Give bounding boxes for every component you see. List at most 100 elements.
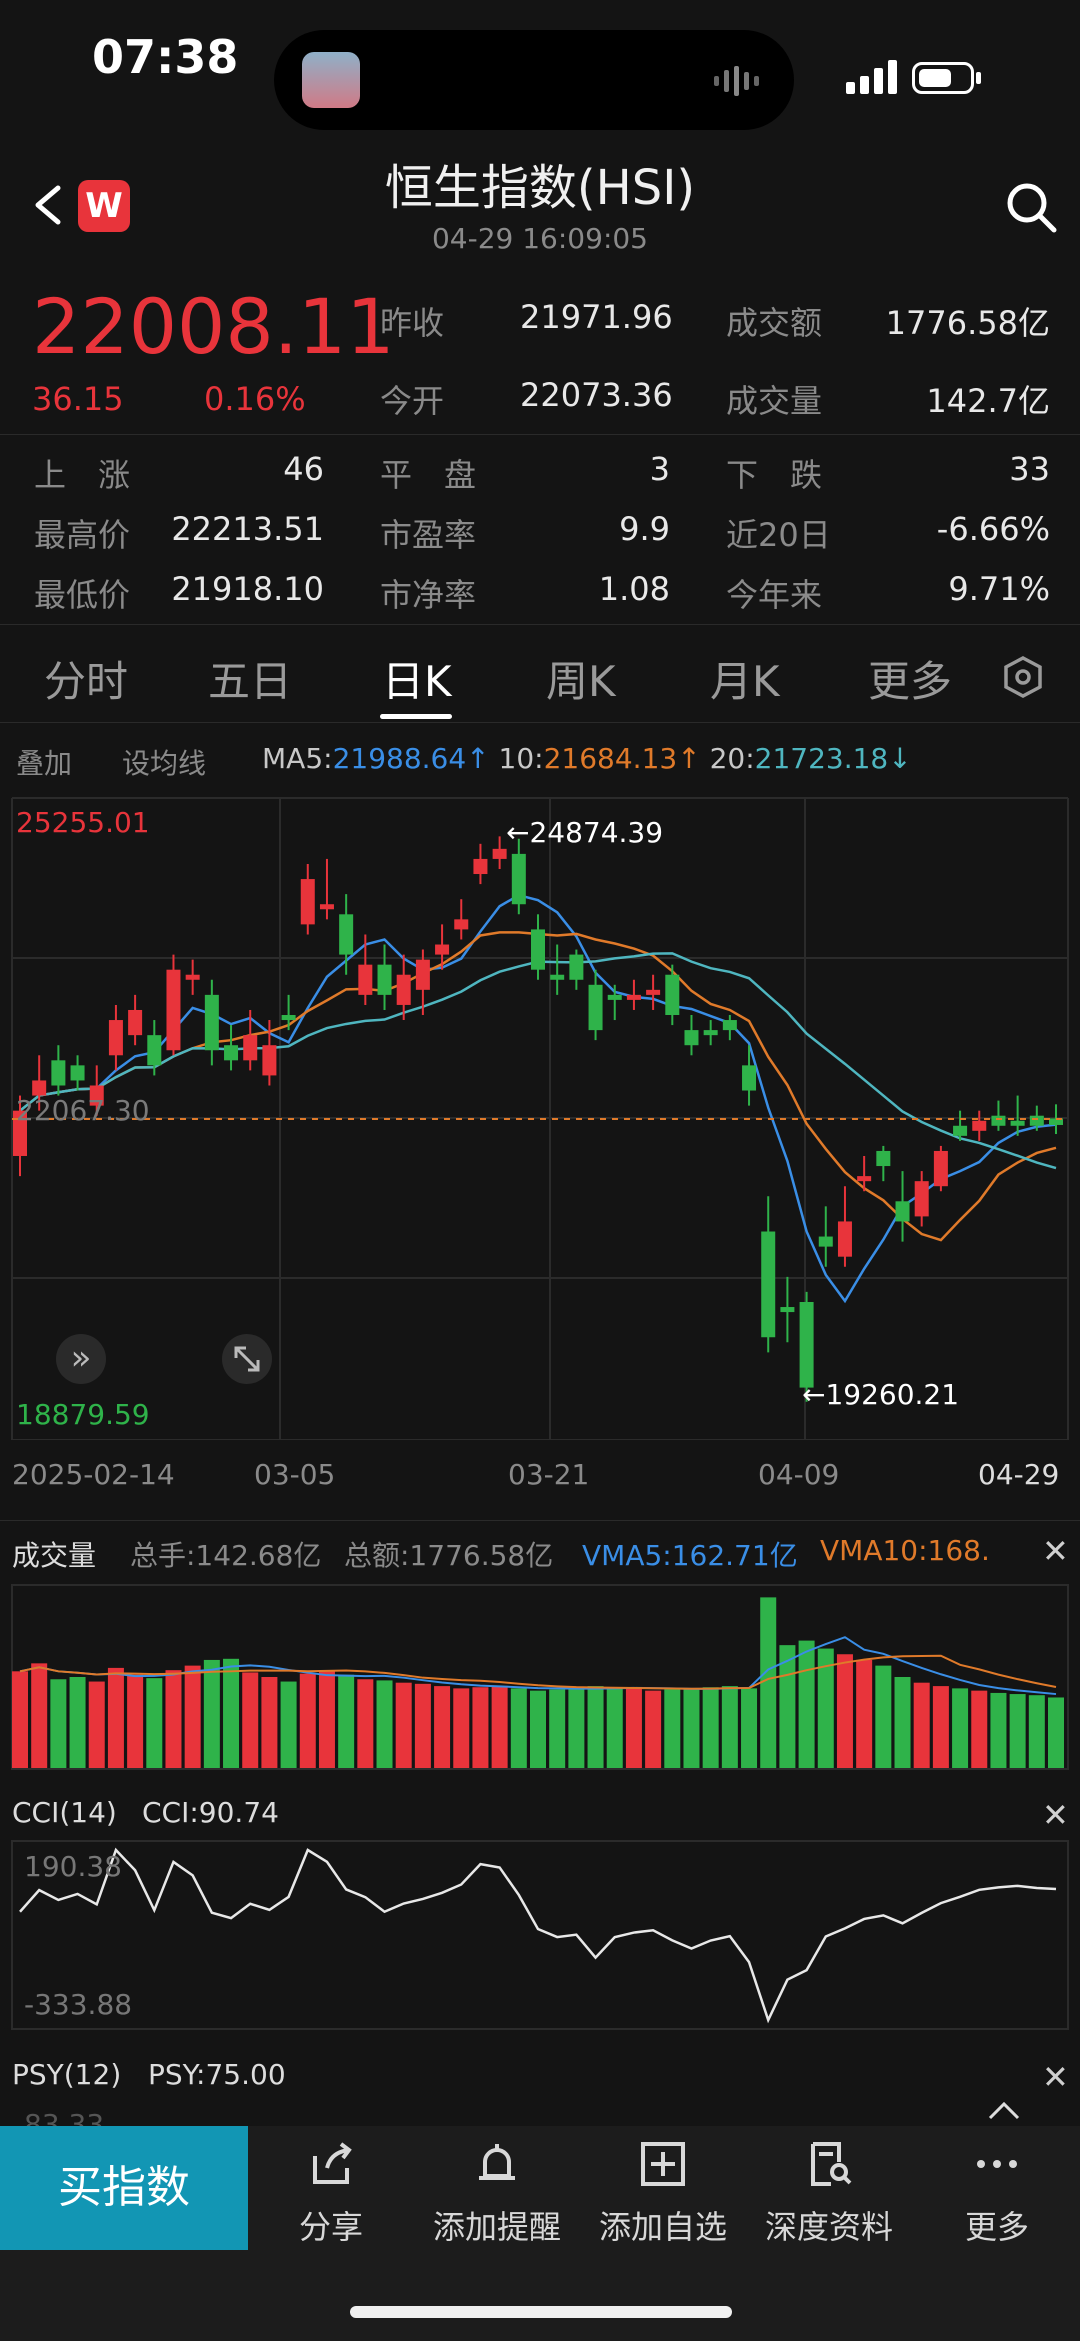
chevron-up-icon[interactable] — [986, 2100, 1022, 2120]
ma10-value: 21684.13↑ — [543, 742, 701, 775]
stat-value: 21918.10 — [171, 570, 324, 608]
stat-value: 3 — [649, 450, 670, 488]
search-icon[interactable] — [1004, 180, 1058, 234]
candle-body — [933, 1150, 948, 1187]
double-chevron-icon[interactable]: » — [56, 1334, 106, 1384]
candle-body — [857, 1176, 872, 1182]
candle-body — [722, 1020, 737, 1031]
more-button[interactable]: 更多 — [922, 2138, 1072, 2248]
candle-body — [818, 1236, 833, 1247]
cci-bottom-label: -333.88 — [24, 1988, 133, 2021]
candle-body — [703, 1030, 718, 1036]
date-label: 04-09 — [758, 1458, 840, 1491]
current-price: 22008.11 — [32, 282, 395, 371]
stat-value: 1.08 — [598, 570, 670, 608]
psy-panel-title: PSY(12) — [12, 2058, 122, 2091]
quote-timestamp: 04-29 16:09:05 — [431, 222, 648, 255]
prev-close-value: 21971.96 — [520, 298, 673, 336]
close-psy-panel-icon[interactable]: ✕ — [1042, 2058, 1069, 2096]
plus-box-icon — [641, 2142, 685, 2186]
status-bar: 07:38 — [0, 0, 1080, 150]
ma20-value: 21723.18↓ — [754, 742, 912, 775]
candle-body — [665, 974, 680, 1016]
deep-info-label: 深度资料 — [764, 2208, 893, 2246]
fullscreen-expand-icon[interactable] — [222, 1334, 272, 1384]
volume-bar — [165, 1670, 182, 1768]
volume-value: 142.7亿 — [926, 382, 1050, 420]
add-alert-button[interactable]: 添加提醒 — [422, 2138, 572, 2248]
candle-body — [991, 1115, 1006, 1126]
candle-body — [684, 1030, 699, 1046]
stats-grid: 上 涨 46 平 盘 3 下 跌 33 最高价 22213.51 市盈率 9.9… — [0, 442, 1080, 622]
candle-body — [108, 1020, 123, 1056]
stat-value: 33 — [1009, 450, 1050, 488]
share-icon — [313, 2142, 352, 2184]
volume-bar — [12, 1671, 28, 1768]
tab-more[interactable]: 更多 — [868, 648, 952, 709]
volume-bar — [721, 1686, 738, 1768]
close-volume-panel-icon[interactable]: ✕ — [1042, 1532, 1069, 1570]
candle-body — [339, 914, 354, 955]
volume-bar — [836, 1654, 853, 1768]
volume-bar — [146, 1678, 163, 1768]
candle-body — [914, 1181, 929, 1217]
cci-chart — [11, 1840, 1069, 2030]
set-ma-button[interactable]: 设均线 — [122, 742, 206, 782]
turnover-label: 成交额 — [726, 304, 823, 342]
candle-body — [1010, 1120, 1025, 1126]
volume-bar — [338, 1674, 355, 1768]
candle-body — [646, 989, 661, 995]
candle-body — [837, 1221, 852, 1257]
candle-body — [953, 1125, 968, 1136]
volume-bar — [913, 1682, 930, 1768]
document-search-icon — [811, 2142, 852, 2186]
close-cci-panel-icon[interactable]: ✕ — [1042, 1796, 1069, 1834]
tab-monthly-k[interactable]: 月K — [710, 648, 780, 709]
volume-bar — [203, 1659, 220, 1768]
share-label: 分享 — [298, 2208, 363, 2246]
volume-bar — [242, 1672, 259, 1768]
stat-label: 平 盘 — [380, 456, 477, 494]
candle-body — [185, 974, 200, 980]
candle-body — [876, 1150, 891, 1167]
deep-info-button[interactable]: 深度资料 — [754, 2138, 904, 2248]
chart-tabs: 分时 五日 日K 周K 月K 更多 — [0, 630, 1080, 720]
overlay-button[interactable]: 叠加 — [16, 742, 72, 782]
prev-close-label: 昨收 — [380, 304, 445, 342]
stat-value: 22213.51 — [171, 510, 324, 548]
kline-chart[interactable] — [0, 790, 1080, 1440]
battery-icon — [912, 62, 974, 94]
tab-intraday[interactable]: 分时 — [44, 648, 128, 709]
share-button[interactable]: 分享 — [256, 2138, 406, 2248]
axis-max-label: 25255.01 — [16, 806, 150, 839]
candle-body — [435, 944, 450, 955]
candle-body — [454, 919, 469, 930]
candle-body — [607, 994, 622, 1000]
high-marker: ←24874.39 — [506, 816, 664, 849]
volume-bar — [453, 1688, 470, 1768]
candle-body — [895, 1201, 910, 1222]
volume-bar — [875, 1665, 892, 1768]
add-watchlist-button[interactable]: 添加自选 — [588, 2138, 738, 2248]
buy-index-button[interactable]: 买指数 — [0, 2126, 248, 2250]
candle-body — [531, 929, 545, 970]
volume-bar — [683, 1688, 700, 1768]
cci-panel-title: CCI(14) — [12, 1796, 117, 1829]
stat-label: 今年来 — [726, 576, 823, 614]
tab-five-day[interactable]: 五日 — [208, 648, 292, 709]
candle-body — [243, 1035, 258, 1061]
vma5-value: VMA5:162.71亿 — [582, 1539, 798, 1572]
waveform-icon — [714, 66, 774, 96]
tab-daily-k[interactable]: 日K — [382, 648, 452, 709]
volume-bar — [664, 1689, 681, 1768]
tab-weekly-k[interactable]: 周K — [546, 648, 616, 709]
volume-bar — [318, 1671, 335, 1768]
bell-icon — [479, 2144, 515, 2180]
psy-value: PSY:75.00 — [148, 2058, 286, 2091]
axis-min-label: 18879.59 — [16, 1398, 150, 1431]
signal-icon — [846, 60, 902, 94]
candle-body — [742, 1065, 757, 1091]
settings-hexagon-icon[interactable] — [1000, 654, 1046, 700]
volume-chart — [11, 1584, 1069, 1770]
candle-body — [166, 969, 181, 1051]
